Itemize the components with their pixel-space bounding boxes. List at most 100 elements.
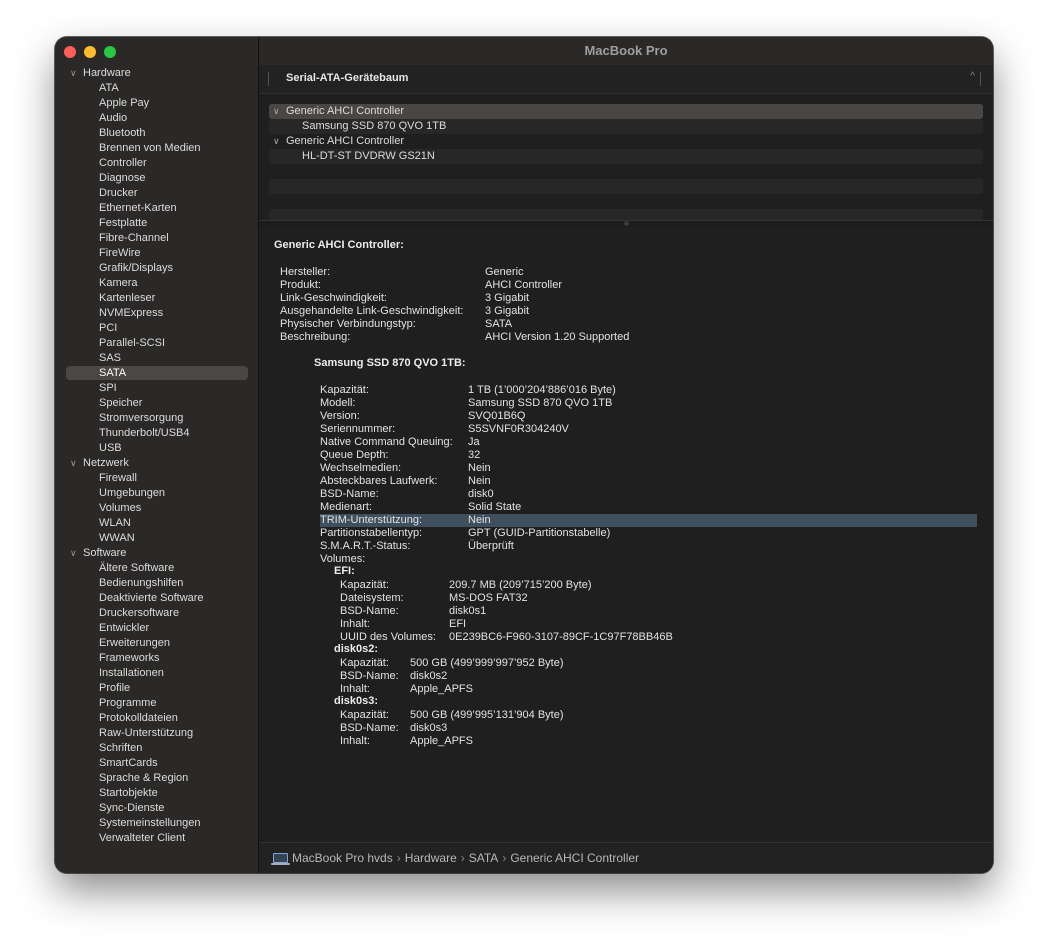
property-row: Kapazität: 209.7 MB (209’715’200 Byte) xyxy=(340,579,940,592)
property-key: Kapazität: xyxy=(340,709,389,721)
sidebar-item-label: SPI xyxy=(99,382,117,394)
sidebar-item[interactable]: Sync-Dienste xyxy=(55,801,258,816)
property-key: Produkt: xyxy=(280,279,321,291)
path-segment[interactable]: SATA xyxy=(469,851,499,865)
sidebar-item[interactable]: Parallel-SCSI xyxy=(55,336,258,351)
sort-caret-icon[interactable]: ^ xyxy=(970,71,975,82)
sidebar-item-label: Speicher xyxy=(99,397,143,409)
chevron-down-icon[interactable]: ∨ xyxy=(70,546,77,561)
property-key: Beschreibung: xyxy=(280,331,351,343)
property-row: Modell: Samsung SSD 870 QVO 1TB xyxy=(320,397,920,410)
minimize-button[interactable] xyxy=(84,46,96,58)
sidebar-item[interactable]: Controller xyxy=(55,156,258,171)
property-value: 500 GB (499’995’131’904 Byte) xyxy=(410,709,564,721)
sidebar-item[interactable]: Kamera xyxy=(55,276,258,291)
sidebar-item[interactable]: Thunderbolt/USB4 xyxy=(55,426,258,441)
device-tree-header[interactable]: Serial-ATA-Gerätebaum ^ xyxy=(259,65,993,94)
volume-title: disk0s3: xyxy=(334,695,379,707)
sidebar-item-label: Bluetooth xyxy=(99,127,146,139)
sidebar-item[interactable]: PCI xyxy=(55,321,258,336)
sidebar-item[interactable]: Diagnose xyxy=(55,171,258,186)
sidebar-item[interactable]: Bluetooth xyxy=(55,126,258,141)
sidebar-item[interactable]: Deaktivierte Software xyxy=(55,591,258,606)
sidebar-item[interactable]: Frameworks xyxy=(55,651,258,666)
chevron-down-icon[interactable]: ∨ xyxy=(70,66,77,81)
sidebar-item[interactable]: Erweiterungen xyxy=(55,636,258,651)
zoom-button[interactable] xyxy=(104,46,116,58)
property-value: disk0s1 xyxy=(449,605,487,617)
sidebar-item[interactable]: Stromversorgung xyxy=(55,411,258,426)
sidebar-item[interactable]: Umgebungen xyxy=(55,486,258,501)
sidebar-item[interactable]: SmartCards xyxy=(55,756,258,771)
sidebar-section-software[interactable]: ∨ Software xyxy=(55,546,258,561)
sidebar-item[interactable]: Protokolldateien xyxy=(55,711,258,726)
divider-handle-icon[interactable] xyxy=(624,221,629,226)
sidebar-item[interactable]: Grafik/Displays xyxy=(55,261,258,276)
sidebar-item[interactable]: Drucker xyxy=(55,186,258,201)
sidebar-item[interactable]: Raw-Unterstützung xyxy=(55,726,258,741)
sidebar-item[interactable]: Firewall xyxy=(55,471,258,486)
property-value: Überprüft xyxy=(468,540,514,552)
sidebar-item[interactable]: Festplatte xyxy=(55,216,258,231)
sidebar-item[interactable]: ATA xyxy=(55,81,258,96)
sidebar-item[interactable]: Fibre-Channel xyxy=(55,231,258,246)
sidebar-item[interactable]: Programme xyxy=(55,696,258,711)
property-key: Modell: xyxy=(320,397,356,409)
property-value: GPT (GUID-Partitionstabelle) xyxy=(468,527,611,539)
sidebar-section-hardware[interactable]: ∨ Hardware xyxy=(55,66,258,81)
controller-row[interactable]: ∨ Generic AHCI Controller xyxy=(269,104,983,119)
column-divider xyxy=(980,72,981,86)
path-segment[interactable]: Generic AHCI Controller xyxy=(510,851,639,865)
sidebar-item-label: Kamera xyxy=(99,277,138,289)
chevron-down-icon[interactable]: ∨ xyxy=(70,456,77,471)
property-row: TRIM-Unterstützung: Nein xyxy=(320,514,977,527)
property-row: BSD-Name: disk0s3 xyxy=(340,722,940,735)
chevron-down-icon[interactable]: ∨ xyxy=(273,104,280,119)
sidebar-item[interactable]: Audio xyxy=(55,111,258,126)
path-segment[interactable]: MacBook Pro hvds xyxy=(292,851,393,865)
sidebar: ∨ Hardware ATA Apple Pay Audio Bluetooth Brenn… xyxy=(55,37,259,873)
sidebar-item[interactable]: Profile xyxy=(55,681,258,696)
sidebar-item[interactable]: Systemeinstellungen xyxy=(55,816,258,831)
property-key: Kapazität: xyxy=(340,579,389,591)
sidebar-item[interactable]: Verwalteter Client xyxy=(55,831,258,846)
sidebar-item[interactable]: Volumes xyxy=(55,501,258,516)
sidebar-item[interactable]: USB xyxy=(55,441,258,456)
sidebar-item[interactable]: Speicher xyxy=(55,396,258,411)
property-key: Queue Depth: xyxy=(320,449,389,461)
sidebar-item[interactable]: Installationen xyxy=(55,666,258,681)
property-row: Physischer Verbindungstyp: SATA xyxy=(280,318,880,331)
controller-row[interactable]: ∨ Generic AHCI Controller xyxy=(269,134,983,149)
sidebar-item[interactable]: WWAN xyxy=(55,531,258,546)
empty-row xyxy=(269,179,983,194)
sidebar-item[interactable]: Startobjekte xyxy=(55,786,258,801)
sidebar-item[interactable]: FireWire xyxy=(55,246,258,261)
path-segment[interactable]: Hardware xyxy=(405,851,457,865)
sidebar-item[interactable]: Kartenleser xyxy=(55,291,258,306)
close-button[interactable] xyxy=(64,46,76,58)
device-row[interactable]: Samsung SSD 870 QVO 1TB xyxy=(269,119,983,134)
sidebar-item[interactable]: NVMExpress xyxy=(55,306,258,321)
sidebar-item[interactable]: WLAN xyxy=(55,516,258,531)
sidebar-item[interactable]: SAS xyxy=(55,351,258,366)
sidebar-item[interactable]: SATA xyxy=(55,366,258,381)
sidebar-item-label: Controller xyxy=(99,157,147,169)
sidebar-item[interactable]: Entwickler xyxy=(55,621,258,636)
sidebar-section-netzwerk[interactable]: ∨ Netzwerk xyxy=(55,456,258,471)
device-row[interactable]: HL-DT-ST DVDRW GS21N xyxy=(269,149,983,164)
property-row: Wechselmedien: Nein xyxy=(320,462,920,475)
sidebar-item[interactable]: Bedienungshilfen xyxy=(55,576,258,591)
sidebar-item[interactable]: Ältere Software xyxy=(55,561,258,576)
sidebar-item[interactable]: Schriften xyxy=(55,741,258,756)
sidebar-item[interactable]: Druckersoftware xyxy=(55,606,258,621)
property-key: Version: xyxy=(320,410,360,422)
sidebar-item-label: SATA xyxy=(99,367,127,379)
sidebar-item[interactable]: Sprache & Region xyxy=(55,771,258,786)
property-row: Absteckbares Laufwerk: Nein xyxy=(320,475,920,488)
property-value: Apple_APFS xyxy=(410,735,473,747)
sidebar-item[interactable]: Ethernet-Karten xyxy=(55,201,258,216)
sidebar-item[interactable]: Brennen von Medien xyxy=(55,141,258,156)
sidebar-item[interactable]: SPI xyxy=(55,381,258,396)
sidebar-item[interactable]: Apple Pay xyxy=(55,96,258,111)
chevron-down-icon[interactable]: ∨ xyxy=(273,134,280,149)
